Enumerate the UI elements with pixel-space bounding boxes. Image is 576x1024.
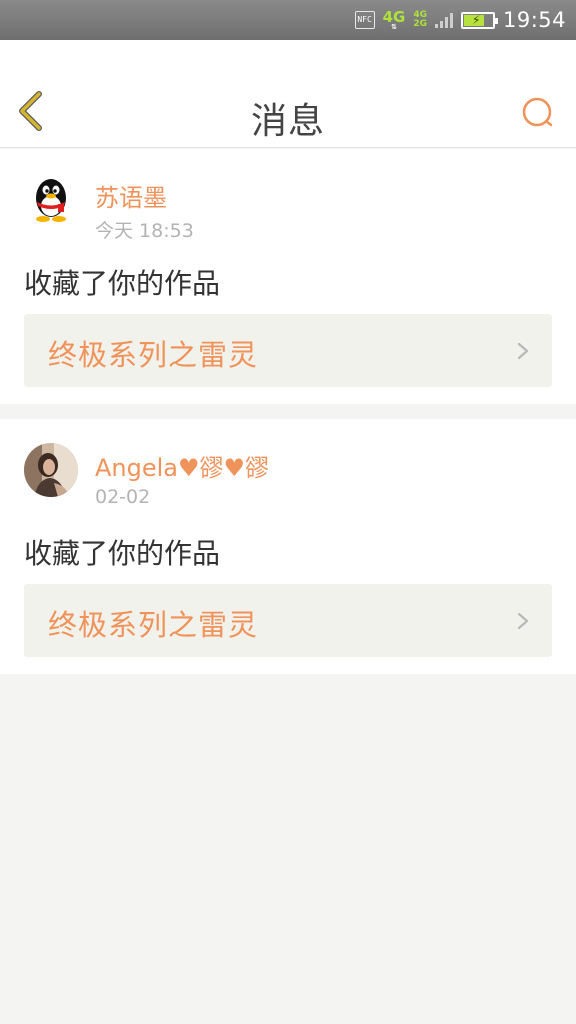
app-header: 消息 bbox=[0, 40, 576, 148]
action-text: 收藏了你的作品 bbox=[24, 537, 221, 570]
avatar[interactable] bbox=[24, 443, 78, 497]
search-button[interactable] bbox=[520, 95, 558, 131]
chevron-right-icon bbox=[517, 612, 529, 630]
status-time: 19:54 bbox=[502, 8, 566, 32]
message-time: 02-02 bbox=[95, 486, 151, 508]
page-title: 消息 bbox=[250, 101, 325, 142]
chevron-right-icon bbox=[517, 342, 529, 360]
work-title: 终极系列之雷灵 bbox=[48, 338, 259, 372]
qq-penguin-icon bbox=[24, 173, 78, 227]
message-card: Angela♥豂♥豂 02-02 收藏了你的作品 终极系列之雷灵 bbox=[0, 419, 576, 674]
signal-strength-icon bbox=[434, 12, 453, 28]
user-name[interactable]: 苏语墨 bbox=[95, 178, 167, 213]
work-title: 终极系列之雷灵 bbox=[48, 608, 259, 642]
status-bar: NFC 4G ⇅ 4G 2G ⚡ 19:54 bbox=[0, 0, 576, 40]
message-list: 苏语墨 今天 18:53 收藏了你的作品 终极系列之雷灵 Angela♥豂♥豂 … bbox=[0, 149, 576, 689]
battery-icon: ⚡ bbox=[460, 11, 498, 29]
avatar[interactable] bbox=[24, 173, 78, 227]
message-time: 今天 18:53 bbox=[95, 220, 194, 242]
action-text: 收藏了你的作品 bbox=[24, 267, 221, 300]
search-icon bbox=[522, 97, 553, 127]
network-secondary-bottom-label: 2G bbox=[413, 19, 427, 29]
photo-avatar-icon bbox=[24, 443, 78, 497]
charging-icon: ⚡ bbox=[471, 12, 481, 27]
network-4g-indicator: 4G ⇅ bbox=[383, 9, 406, 31]
work-link[interactable]: 终极系列之雷灵 bbox=[24, 584, 552, 657]
user-name[interactable]: Angela♥豂♥豂 bbox=[95, 448, 269, 483]
work-link[interactable]: 终极系列之雷灵 bbox=[24, 314, 552, 387]
message-card: 苏语墨 今天 18:53 收藏了你的作品 终极系列之雷灵 bbox=[0, 149, 576, 404]
network-secondary-indicator: 4G 2G bbox=[413, 11, 427, 29]
nfc-icon: NFC bbox=[354, 11, 375, 29]
